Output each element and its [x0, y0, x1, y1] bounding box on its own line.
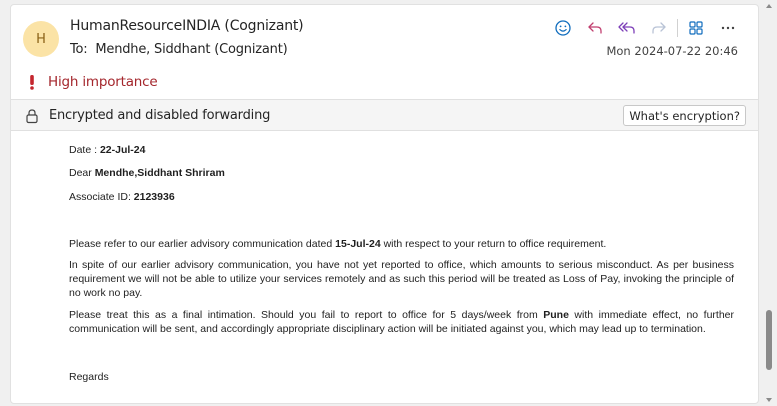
reply-all-button[interactable] [611, 16, 643, 40]
avatar[interactable]: H [23, 21, 59, 57]
to-label: To: [70, 42, 88, 57]
reply-button[interactable] [579, 16, 611, 40]
associate-id-line: Associate ID: 2123936 [69, 190, 734, 204]
paragraph-final-location: Pune [543, 309, 569, 321]
emoji-reaction-icon [555, 20, 571, 36]
date-label: Date : [69, 144, 100, 156]
paragraph-reference-start: Please refer to our earlier advisory com… [69, 238, 336, 250]
forward-icon [652, 22, 666, 34]
salutation: Dear Mendhe,Siddhant Shriram [69, 166, 734, 180]
scrollbar-thumb[interactable] [766, 310, 772, 370]
apps-button[interactable] [680, 16, 712, 40]
paragraph-reference-date: 15-Jul-24 [335, 238, 381, 250]
scroll-up-arrow-icon[interactable] [766, 4, 772, 8]
emoji-reaction-button[interactable] [547, 16, 579, 40]
lock-icon [25, 108, 39, 129]
associate-id-label: Associate ID: [69, 191, 134, 203]
paragraph-misconduct: In spite of our earlier advisory communi… [69, 259, 734, 299]
closing-regards: Regards [69, 371, 109, 383]
more-options-icon [721, 26, 735, 30]
recipient-line: To: Mendhe, Siddhant (Cognizant) [70, 42, 288, 57]
scroll-down-arrow-icon[interactable] [766, 398, 772, 402]
reply-icon [588, 22, 602, 34]
forward-button[interactable] [643, 16, 675, 40]
encryption-banner: Encrypted and disabled forwarding What's… [11, 99, 758, 131]
encryption-status: Encrypted and disabled forwarding [49, 108, 271, 123]
toolbar-divider [677, 19, 678, 37]
email-reading-pane: H HumanResourceINDIA (Cognizant) To: Men… [10, 4, 759, 404]
message-actions-toolbar [547, 16, 744, 40]
exclamation-icon [25, 73, 39, 91]
more-options-button[interactable] [712, 16, 744, 40]
whats-encryption-button[interactable]: What's encryption? [623, 105, 746, 126]
paragraph-reference-end: with respect to your return to office re… [380, 238, 607, 250]
importance-indicator: High importance [25, 73, 158, 91]
message-body: Date : 22-Jul-24 Dear Mendhe,Siddhant Sh… [69, 141, 734, 384]
recipient-name[interactable]: Mendhe, Siddhant (Cognizant) [95, 42, 287, 57]
paragraph-final-intimation: Please treat this as a final intimation.… [69, 308, 734, 336]
date-line: Date : 22-Jul-24 [69, 143, 734, 157]
apps-icon [689, 21, 703, 35]
avatar-initial: H [36, 31, 46, 47]
date-value: 22-Jul-24 [99, 144, 146, 156]
sent-date: Mon 2024-07-22 20:46 [606, 44, 738, 58]
associate-id-value: 2123936 [133, 191, 175, 203]
vertical-scrollbar[interactable] [761, 0, 777, 406]
sender-name[interactable]: HumanResourceINDIA (Cognizant) [70, 18, 304, 34]
paragraph-final-start: Please treat this as a final intimation.… [69, 309, 544, 321]
salutation-name: Mendhe,Siddhant Shriram [94, 167, 225, 179]
paragraph-reference: Please refer to our earlier advisory com… [69, 237, 734, 251]
importance-label: High importance [48, 74, 158, 90]
salutation-label: Dear [69, 167, 95, 179]
reply-all-icon [618, 22, 635, 34]
